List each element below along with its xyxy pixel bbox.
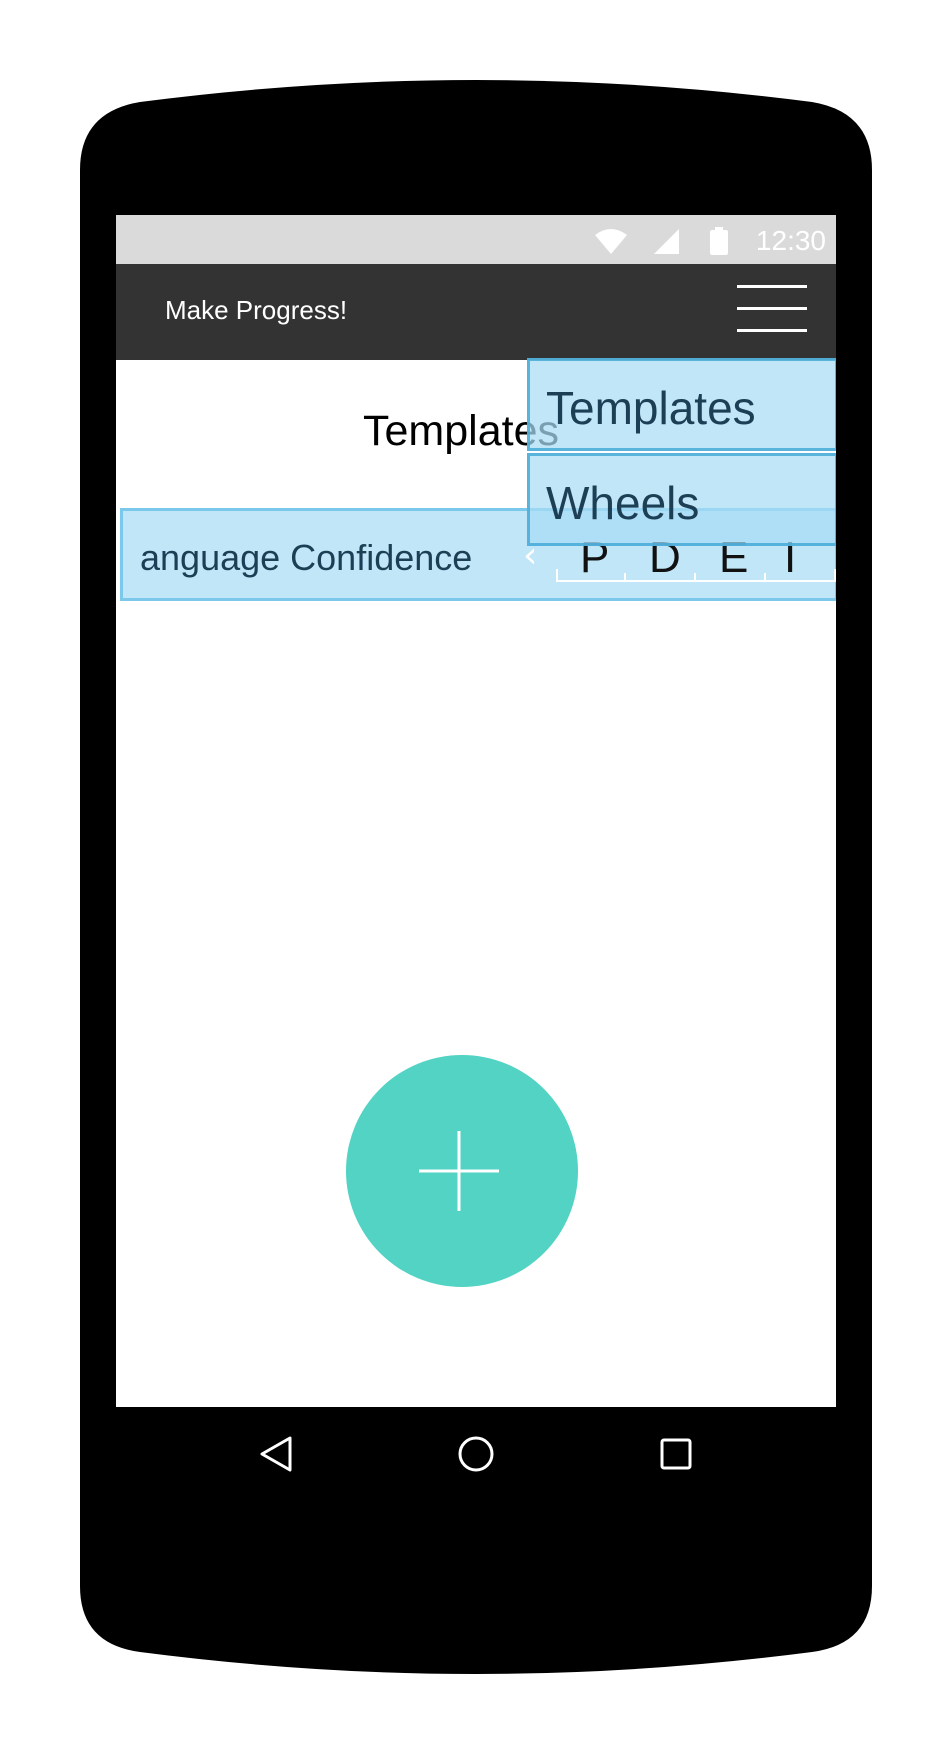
template-row-label: anguage Confidence xyxy=(140,537,473,578)
menu-line-bottom xyxy=(737,329,807,332)
add-template-button[interactable] xyxy=(346,1055,578,1287)
menu-item-label: Wheels xyxy=(546,477,700,529)
status-bar: 12:30 xyxy=(116,215,836,264)
signal-icon xyxy=(654,229,679,254)
app-title: Make Progress! xyxy=(165,295,348,325)
menu-line-top xyxy=(737,285,807,288)
back-icon[interactable] xyxy=(256,1434,296,1474)
app-screen: 12:30 Make Progress! Templates anguage C… xyxy=(116,215,836,1407)
app-bar: Make Progress! xyxy=(116,264,836,360)
hamburger-menu-icon[interactable] xyxy=(735,282,809,336)
status-time: 12:30 xyxy=(755,225,826,256)
battery-icon xyxy=(710,227,728,255)
wifi-icon xyxy=(595,229,627,254)
day-tick-marks xyxy=(556,569,836,582)
recents-icon[interactable] xyxy=(658,1436,694,1472)
menu-item-label: Templates xyxy=(546,382,756,434)
home-icon[interactable] xyxy=(456,1434,496,1474)
menu-item-templates[interactable]: Templates xyxy=(527,358,836,451)
plus-icon xyxy=(419,1131,499,1211)
menu-item-wheels[interactable]: Wheels xyxy=(527,453,836,546)
menu-line-middle xyxy=(737,307,807,310)
